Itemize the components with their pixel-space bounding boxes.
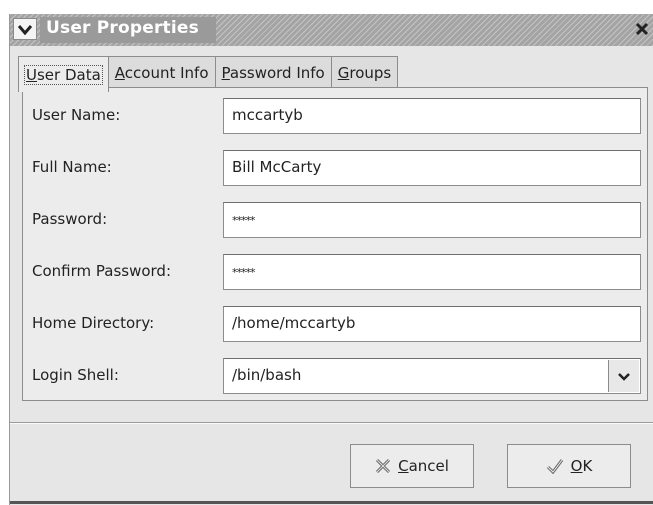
tab-password-info[interactable]: Password Info	[214, 56, 332, 89]
tab-mnemonic: P	[221, 64, 230, 82]
close-icon	[635, 21, 649, 40]
confirm-password-field[interactable]: *****	[223, 254, 641, 290]
button-area-separator	[10, 422, 653, 424]
chevron-down-icon	[618, 367, 630, 385]
full-name-row: Full Name: Bill McCarty	[23, 150, 649, 186]
tab-account-info[interactable]: Account Info	[107, 56, 216, 89]
full-name-field[interactable]: Bill McCarty	[223, 150, 641, 186]
tab-groups[interactable]: Groups	[330, 56, 399, 89]
login-shell-value[interactable]: /bin/bash	[232, 366, 301, 384]
tab-groups-label: Groups	[338, 64, 391, 82]
password-label: Password:	[32, 210, 108, 228]
user-name-row: User Name: mccartyb	[23, 98, 649, 134]
home-directory-row: Home Directory: /home/mccartyb	[23, 306, 649, 342]
ok-mnemonic: O	[570, 457, 583, 475]
confirm-password-label: Confirm Password:	[32, 262, 172, 280]
cancel-label-text: ancel	[408, 457, 449, 475]
tab-bar: User Data Account Info Password Info Gro…	[18, 56, 399, 92]
chevron-down-icon	[17, 20, 33, 39]
user-name-field[interactable]: mccartyb	[223, 98, 641, 134]
tab-label-text: roups	[349, 64, 392, 82]
home-directory-field[interactable]: /home/mccartyb	[223, 306, 641, 342]
ok-button[interactable]: OK	[507, 444, 631, 488]
window-menu-button[interactable]	[13, 18, 37, 40]
home-directory-label: Home Directory:	[32, 314, 155, 332]
tab-user-data-label: User Data	[24, 64, 103, 85]
window-bottom-edge	[10, 501, 653, 504]
login-shell-combo[interactable]: /bin/bash	[223, 358, 641, 394]
cancel-mnemonic: C	[398, 457, 409, 475]
tab-label-text: ccount Info	[124, 64, 209, 82]
tab-label-text: assword Info	[229, 64, 325, 82]
close-button[interactable]	[632, 20, 652, 40]
title-bar[interactable]: User Properties	[10, 14, 653, 46]
password-field[interactable]: *****	[223, 202, 641, 238]
tab-label-text: ser Data	[36, 65, 101, 84]
cancel-x-icon	[375, 458, 391, 474]
login-shell-row: Login Shell: /bin/bash	[23, 358, 649, 394]
user-data-panel: User Name: mccartyb Full Name: Bill McCa…	[22, 87, 648, 401]
confirm-password-row: Confirm Password: *****	[23, 254, 649, 290]
password-row: Password: *****	[23, 202, 649, 238]
tab-mnemonic: U	[26, 65, 37, 84]
user-name-label: User Name:	[32, 106, 121, 124]
user-properties-dialog: User Properties User Data Account Info P…	[9, 14, 653, 505]
ok-label-text: K	[582, 457, 593, 475]
checkmark-icon	[546, 458, 564, 474]
ok-button-label: OK	[571, 457, 593, 475]
login-shell-label: Login Shell:	[32, 366, 119, 384]
tab-account-info-label: Account Info	[115, 64, 209, 82]
tab-mnemonic: A	[114, 64, 125, 82]
cancel-button[interactable]: Cancel	[350, 444, 474, 488]
tab-user-data[interactable]: User Data	[18, 56, 109, 92]
tab-password-info-label: Password Info	[222, 64, 325, 82]
full-name-label: Full Name:	[32, 158, 112, 176]
login-shell-dropdown-button[interactable]	[608, 360, 639, 392]
window-title: User Properties	[46, 18, 199, 38]
tab-mnemonic: G	[337, 64, 350, 82]
cancel-button-label: Cancel	[398, 457, 449, 475]
